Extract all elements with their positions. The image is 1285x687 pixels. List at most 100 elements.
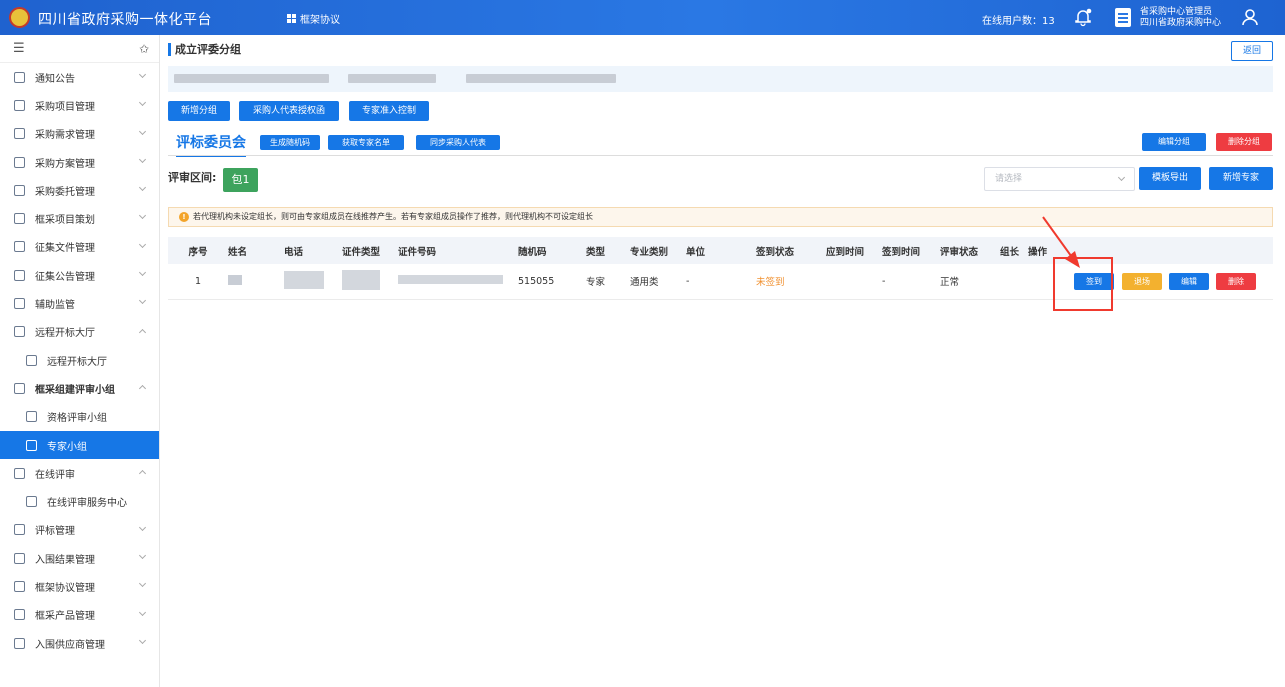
sidebar-item[interactable]: 专家小组 bbox=[0, 430, 159, 460]
sidebar-item[interactable]: 框采组建评审小组 bbox=[0, 374, 159, 402]
sidebar-item-label: 辅助监管 bbox=[35, 300, 75, 312]
withdraw-button[interactable]: 退场 bbox=[1122, 273, 1162, 290]
col-id-type: 证件类型 bbox=[342, 237, 398, 264]
chevron-down-icon bbox=[138, 297, 147, 305]
grid-icon bbox=[287, 14, 296, 23]
tab-label: 框架协议 bbox=[300, 15, 340, 26]
sidebar-item[interactable]: 框采产品管理 bbox=[0, 601, 159, 629]
tab-evaluation-committee[interactable]: 评标委员会 bbox=[176, 132, 246, 157]
chevron-down-icon bbox=[138, 127, 147, 135]
generate-code-button[interactable]: 生成随机码 bbox=[260, 135, 320, 150]
monitor-icon bbox=[14, 298, 25, 310]
list-icon bbox=[14, 524, 25, 536]
chevron-down-icon bbox=[138, 608, 147, 616]
sidebar-item-label: 征集公告管理 bbox=[35, 271, 95, 283]
buyer-authorization-button[interactable]: 采购人代表授权函 bbox=[239, 101, 339, 121]
bell-icon[interactable] bbox=[1073, 7, 1093, 27]
agreement-icon bbox=[14, 580, 25, 592]
chevron-down-icon bbox=[138, 99, 147, 107]
chevron-down-icon bbox=[138, 155, 147, 163]
user-info[interactable]: 省采购中心管理员 四川省政府采购中心 bbox=[1140, 7, 1221, 29]
cell-type: 专家 bbox=[586, 264, 630, 300]
sidebar-item-label: 框采项目策划 bbox=[35, 215, 95, 227]
edit-group-button[interactable]: 编辑分组 bbox=[1142, 133, 1206, 151]
sidebar-item[interactable]: 入围供应商管理 bbox=[0, 629, 159, 657]
user-icon[interactable] bbox=[1240, 7, 1260, 27]
col-index: 序号 bbox=[168, 237, 228, 264]
sidebar-item-label: 采购项目管理 bbox=[35, 101, 95, 113]
sidebar-item[interactable]: 征集文件管理 bbox=[0, 233, 159, 261]
hall-icon bbox=[26, 354, 37, 366]
tab-divider bbox=[168, 155, 1273, 156]
cell-due-time bbox=[826, 264, 882, 300]
chevron-down-icon bbox=[138, 184, 147, 192]
user-org: 四川省政府采购中心 bbox=[1140, 18, 1222, 28]
sync-buyer-rep-button[interactable]: 同步采购人代表 bbox=[416, 135, 500, 150]
tab-framework-agreement[interactable]: 框架协议 bbox=[287, 11, 340, 26]
delete-button[interactable]: 删除 bbox=[1216, 273, 1256, 290]
sidebar-menu: 通知公告采购项目管理采购需求管理采购方案管理采购委托管理框采项目策划征集文件管理… bbox=[0, 63, 159, 657]
sidebar-item[interactable]: 远程开标大厅 bbox=[0, 318, 159, 346]
folder-icon bbox=[14, 99, 25, 111]
sidebar-item[interactable]: 评标管理 bbox=[0, 516, 159, 544]
add-group-button[interactable]: 新增分组 bbox=[168, 101, 230, 121]
chevron-down-icon bbox=[138, 523, 147, 531]
chevron-down-icon bbox=[138, 212, 147, 220]
get-expert-list-button[interactable]: 获取专家名单 bbox=[328, 135, 404, 150]
pin-icon[interactable]: ✩ bbox=[139, 42, 149, 56]
delete-group-button[interactable]: 删除分组 bbox=[1216, 133, 1272, 151]
menu-collapse-icon[interactable]: ☰ bbox=[13, 41, 25, 56]
sidebar-item[interactable]: 框采项目策划 bbox=[0, 204, 159, 232]
col-phone: 电话 bbox=[284, 237, 342, 264]
cell-sign-status: 未签到 bbox=[756, 264, 826, 300]
sidebar-item[interactable]: 采购方案管理 bbox=[0, 148, 159, 176]
sidebar-item[interactable]: 资格评审小组 bbox=[0, 403, 159, 431]
sidebar-item[interactable]: 入围结果管理 bbox=[0, 544, 159, 572]
sidebar-item[interactable]: 框架协议管理 bbox=[0, 572, 159, 600]
sidebar-item[interactable]: 通知公告 bbox=[0, 63, 159, 91]
chevron-down-icon bbox=[138, 70, 147, 79]
chevron-down-icon bbox=[138, 636, 147, 644]
sidebar-item[interactable]: 采购需求管理 bbox=[0, 120, 159, 148]
product-icon bbox=[14, 609, 25, 621]
sidebar-item[interactable]: 在线评审 bbox=[0, 459, 159, 487]
sidebar-item[interactable]: 辅助监管 bbox=[0, 289, 159, 317]
sidebar-item[interactable]: 征集公告管理 bbox=[0, 261, 159, 289]
col-id-number: 证件号码 bbox=[398, 237, 518, 264]
group-icon bbox=[26, 411, 37, 423]
sidebar: ☰ ✩ 通知公告 采购项目管理 采购需求管理 采购方案管理 采购委托管理 框采项目策划 征集… bbox=[0, 35, 160, 687]
col-category: 专业类别 bbox=[630, 237, 686, 264]
result-icon bbox=[14, 552, 25, 564]
sidebar-item-label: 远程开标大厅 bbox=[35, 328, 95, 340]
template-export-button[interactable]: 模板导出 bbox=[1139, 167, 1201, 190]
back-button[interactable]: 返回 bbox=[1231, 41, 1273, 61]
sidebar-item[interactable]: 在线评审服务中心 bbox=[0, 487, 159, 515]
sidebar-item[interactable]: 采购项目管理 bbox=[0, 91, 159, 119]
package-tag[interactable]: 包1 bbox=[223, 168, 258, 192]
project-info-strip bbox=[168, 66, 1273, 92]
sidebar-item-label: 资格评审小组 bbox=[47, 413, 107, 425]
add-expert-button[interactable]: 新增专家 bbox=[1209, 167, 1273, 190]
expert-access-button[interactable]: 专家准入控制 bbox=[349, 101, 429, 121]
col-sign-status: 签到状态 bbox=[756, 237, 826, 264]
col-due-time: 应到时间 bbox=[826, 237, 882, 264]
redacted-text bbox=[466, 74, 616, 83]
sidebar-item[interactable]: 远程开标大厅 bbox=[0, 346, 159, 374]
template-select[interactable]: 请选择 bbox=[984, 167, 1135, 191]
sidebar-item-label: 在线评审 bbox=[35, 469, 75, 481]
sidebar-item-label: 远程开标大厅 bbox=[47, 356, 107, 368]
redacted-text bbox=[284, 270, 324, 289]
sidebar-item[interactable]: 采购委托管理 bbox=[0, 176, 159, 204]
sidebar-item-label: 通知公告 bbox=[35, 73, 75, 85]
folder-icon bbox=[14, 213, 25, 225]
sidebar-item-label: 采购方案管理 bbox=[35, 158, 95, 170]
edit-button[interactable]: 编辑 bbox=[1169, 273, 1209, 290]
page-title: 成立评委分组 bbox=[168, 43, 241, 56]
group-icon bbox=[14, 382, 25, 394]
redacted-text bbox=[342, 269, 380, 290]
file-icon bbox=[14, 241, 25, 253]
review-icon bbox=[26, 496, 37, 508]
chevron-down-icon bbox=[138, 240, 147, 248]
col-leader: 组长 bbox=[1000, 237, 1028, 264]
cell-category: 通用类 bbox=[630, 264, 686, 300]
